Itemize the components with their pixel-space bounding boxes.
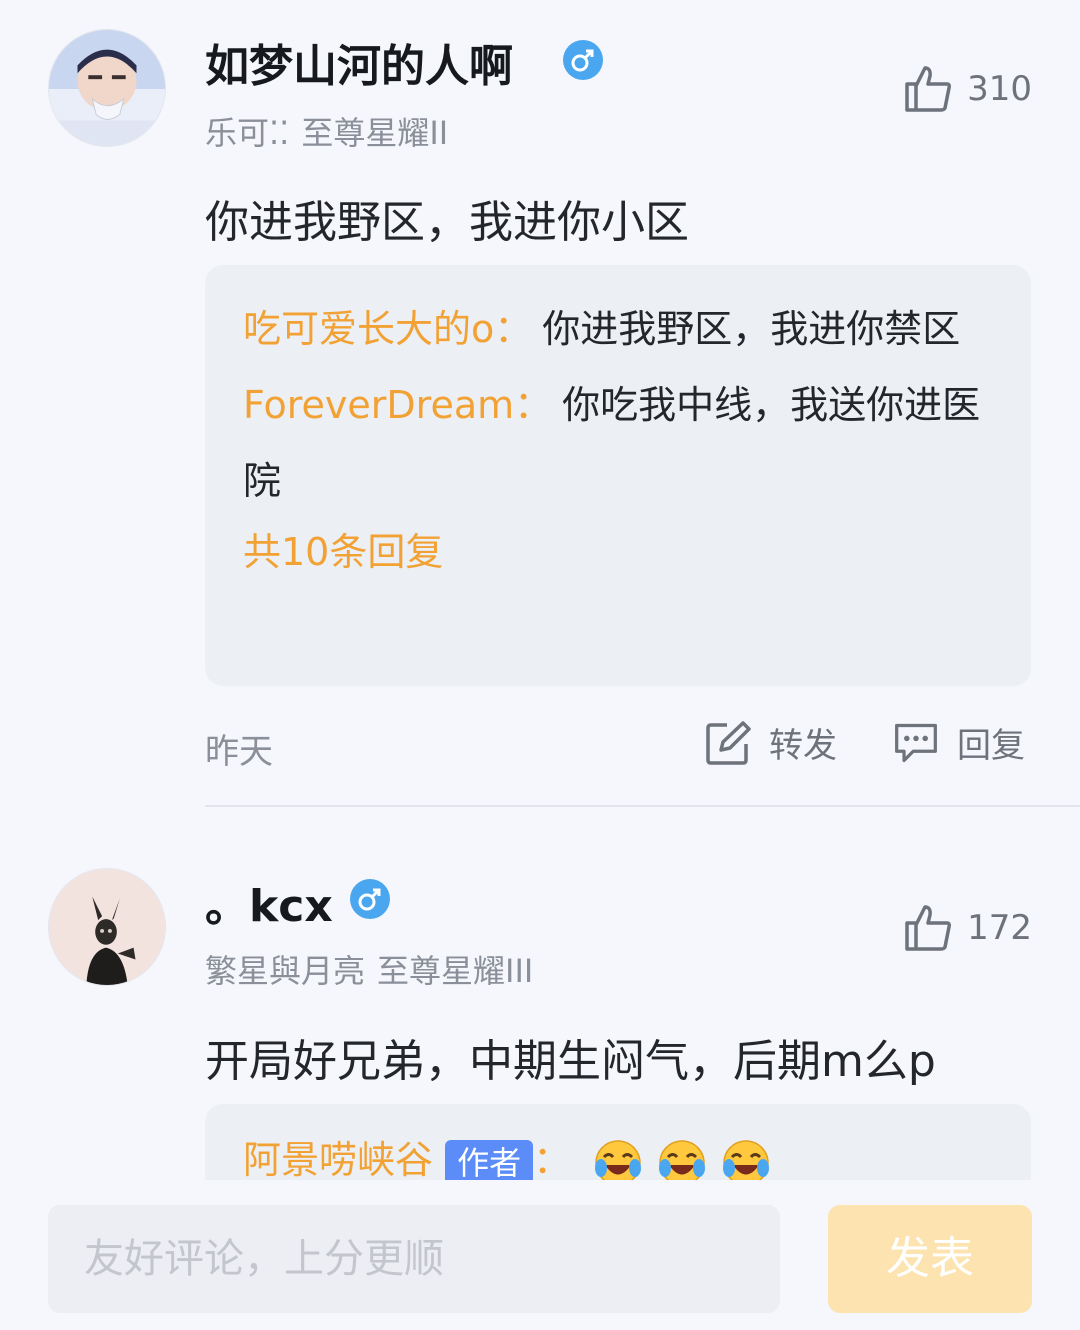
like-button[interactable]: 310 bbox=[903, 64, 1032, 114]
chat-bubble-icon bbox=[895, 723, 937, 762]
user-meta: 繁星與月亮 至尊星耀III bbox=[205, 946, 533, 992]
comment-card: 如梦山河的人啊 乐可⁚⁚ 至尊星耀II 310 你进我野区，我进你小区 吃可爱长大… bbox=[0, 0, 1080, 808]
reply-separator: ： bbox=[514, 383, 553, 427]
laughing-tears-emoji bbox=[659, 1139, 706, 1180]
more-replies-link[interactable]: 共10条回复 bbox=[243, 519, 993, 585]
reply-box[interactable]: 阿景唠峡谷 作者： bbox=[205, 1104, 1031, 1180]
author-badge: 作者 bbox=[445, 1139, 534, 1180]
male-icon bbox=[350, 879, 390, 919]
reply-label: 回复 bbox=[957, 726, 1025, 766]
avatar[interactable] bbox=[48, 29, 166, 147]
nickname: 繁星與月亮 bbox=[205, 952, 366, 990]
timestamp: 昨天 bbox=[205, 732, 273, 772]
reply-text: 你进我野区，我进你禁区 bbox=[542, 307, 961, 351]
username[interactable]: 如梦山河的人啊 bbox=[205, 30, 513, 94]
like-count: 310 bbox=[967, 69, 1032, 109]
comment-input[interactable]: 友好评论，上分更顺 bbox=[48, 1205, 780, 1313]
reply-separator: ： bbox=[533, 1138, 572, 1180]
nickname: 乐可⁚⁚ bbox=[205, 114, 290, 152]
divider bbox=[205, 805, 1080, 807]
comment-footer: 昨天 转发 回复 bbox=[205, 714, 1031, 774]
comment-composer: 友好评论，上分更顺 发表 bbox=[0, 1180, 1080, 1330]
comment-card: 。kcx 繁星與月亮 至尊星耀III 172 开局好兄弟，中期生闷气，后期m么p … bbox=[0, 808, 1080, 1180]
reply-box[interactable]: 吃可爱长大的o： 你进我野区，我进你禁区 ForeverDream： 你吃我中线，我… bbox=[205, 265, 1031, 686]
send-button[interactable]: 发表 bbox=[828, 1205, 1032, 1313]
reply-username[interactable]: 阿景唠峡谷 bbox=[243, 1138, 433, 1180]
rank-label: 至尊星耀II bbox=[301, 114, 449, 152]
laughing-tears-emoji bbox=[595, 1139, 642, 1180]
avatar[interactable] bbox=[48, 868, 166, 986]
reply-item[interactable]: 阿景唠峡谷 作者： bbox=[243, 1130, 993, 1180]
thumbs-up-icon bbox=[905, 905, 952, 951]
forward-button[interactable]: 转发 bbox=[705, 718, 837, 767]
thumbs-up-icon bbox=[905, 66, 952, 112]
reply-username[interactable]: ForeverDream bbox=[243, 383, 514, 427]
username[interactable]: 。kcx bbox=[205, 870, 333, 934]
reply-separator: ： bbox=[494, 307, 533, 351]
reply-item[interactable]: 吃可爱长大的o： 你进我野区，我进你禁区 bbox=[243, 291, 993, 367]
laughing-tears-emoji bbox=[723, 1139, 770, 1180]
comment-text: 开局好兄弟，中期生闷气，后期m么p bbox=[205, 1036, 936, 1087]
forward-label: 转发 bbox=[769, 726, 837, 766]
rank-label: 至尊星耀III bbox=[377, 952, 534, 990]
like-button[interactable]: 172 bbox=[903, 903, 1032, 953]
reply-item[interactable]: ForeverDream： 你吃我中线，我送你进医院 bbox=[243, 367, 993, 519]
reply-button[interactable]: 回复 bbox=[893, 718, 1025, 767]
reply-username[interactable]: 吃可爱长大的o bbox=[243, 307, 494, 351]
comment-text: 你进我野区，我进你小区 bbox=[205, 197, 689, 248]
user-meta: 乐可⁚⁚ 至尊星耀II bbox=[205, 108, 448, 154]
male-icon bbox=[563, 40, 603, 80]
comment-feed: 如梦山河的人啊 乐可⁚⁚ 至尊星耀II 310 你进我野区，我进你小区 吃可爱长大… bbox=[0, 0, 1080, 1180]
share-edit-icon bbox=[706, 720, 751, 765]
like-count: 172 bbox=[967, 908, 1032, 948]
